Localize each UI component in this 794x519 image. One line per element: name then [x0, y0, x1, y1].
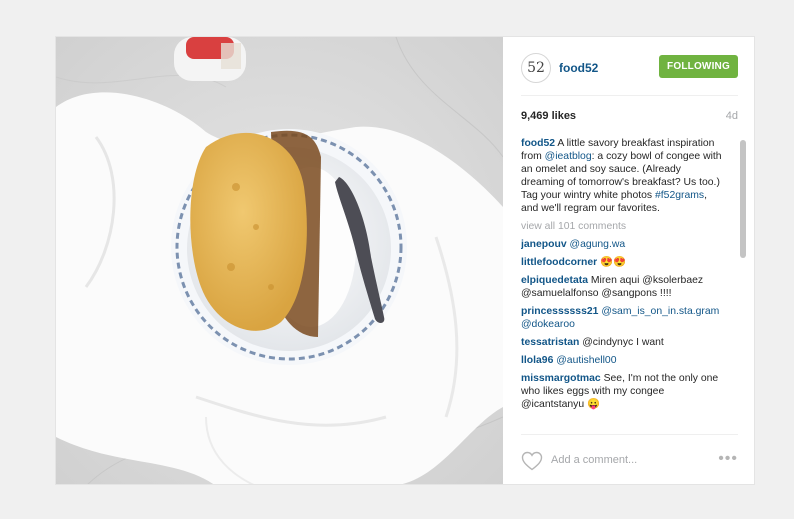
- comment-item: janepouv @agung.wa: [521, 238, 727, 251]
- caption: food52 A little savory breakfast inspira…: [521, 137, 727, 215]
- comment-item: tessatristan @cindynyc I want: [521, 336, 727, 349]
- comment-username[interactable]: littlefoodcorner: [521, 257, 597, 268]
- caption-hashtag[interactable]: #f52grams: [655, 190, 704, 201]
- comment-bar: •••: [521, 434, 738, 484]
- avatar[interactable]: 52: [521, 53, 551, 83]
- comment-username[interactable]: missmargotmac: [521, 373, 601, 384]
- instagram-post: 52 food52 FOLLOWING 9,469 likes 4d food5…: [55, 36, 755, 485]
- following-button[interactable]: FOLLOWING: [659, 55, 738, 78]
- comment-text: @agung.wa: [569, 239, 626, 250]
- add-comment-input[interactable]: [551, 449, 701, 471]
- view-all-comments-link[interactable]: view all 101 comments: [521, 220, 727, 233]
- comment-username[interactable]: janepouv: [521, 239, 567, 250]
- comment-username[interactable]: princessssss21: [521, 306, 598, 317]
- post-stats: 9,469 likes 4d: [521, 110, 738, 122]
- comment-text: @cindynyc I want: [582, 337, 664, 348]
- comment-username[interactable]: llola96: [521, 355, 553, 366]
- comment-text: @autishell00: [556, 355, 617, 366]
- comment-username[interactable]: elpiquedetata: [521, 275, 588, 286]
- comment-item: missmargotmac See, I'm not the only one …: [521, 372, 727, 411]
- account-username[interactable]: food52: [559, 61, 598, 75]
- comment-username[interactable]: tessatristan: [521, 337, 579, 348]
- post-time[interactable]: 4d: [726, 110, 738, 122]
- post-photo[interactable]: [56, 37, 503, 484]
- comment-text: 😍😍: [600, 257, 626, 268]
- heart-icon[interactable]: [521, 451, 543, 471]
- post-header: 52 food52 FOLLOWING: [521, 53, 738, 96]
- comment-item: elpiquedetata Miren aqui @ksolerbaez @sa…: [521, 274, 727, 300]
- comment-item: llola96 @autishell00: [521, 354, 727, 367]
- post-side-panel: 52 food52 FOLLOWING 9,469 likes 4d food5…: [503, 37, 754, 484]
- comment-item: princessssss21 @sam_is_on_in.sta.gram @d…: [521, 305, 727, 331]
- comments-scrollbar[interactable]: [740, 140, 746, 258]
- congee-bowl-image: [56, 37, 503, 484]
- more-options-icon[interactable]: •••: [718, 451, 738, 467]
- caption-mention[interactable]: @ieatblog: [545, 151, 592, 162]
- likes-count[interactable]: 9,469 likes: [521, 110, 576, 122]
- comments-list[interactable]: food52 A little savory breakfast inspira…: [521, 137, 727, 437]
- caption-username[interactable]: food52: [521, 138, 555, 149]
- comment-item: littlefoodcorner 😍😍: [521, 256, 727, 269]
